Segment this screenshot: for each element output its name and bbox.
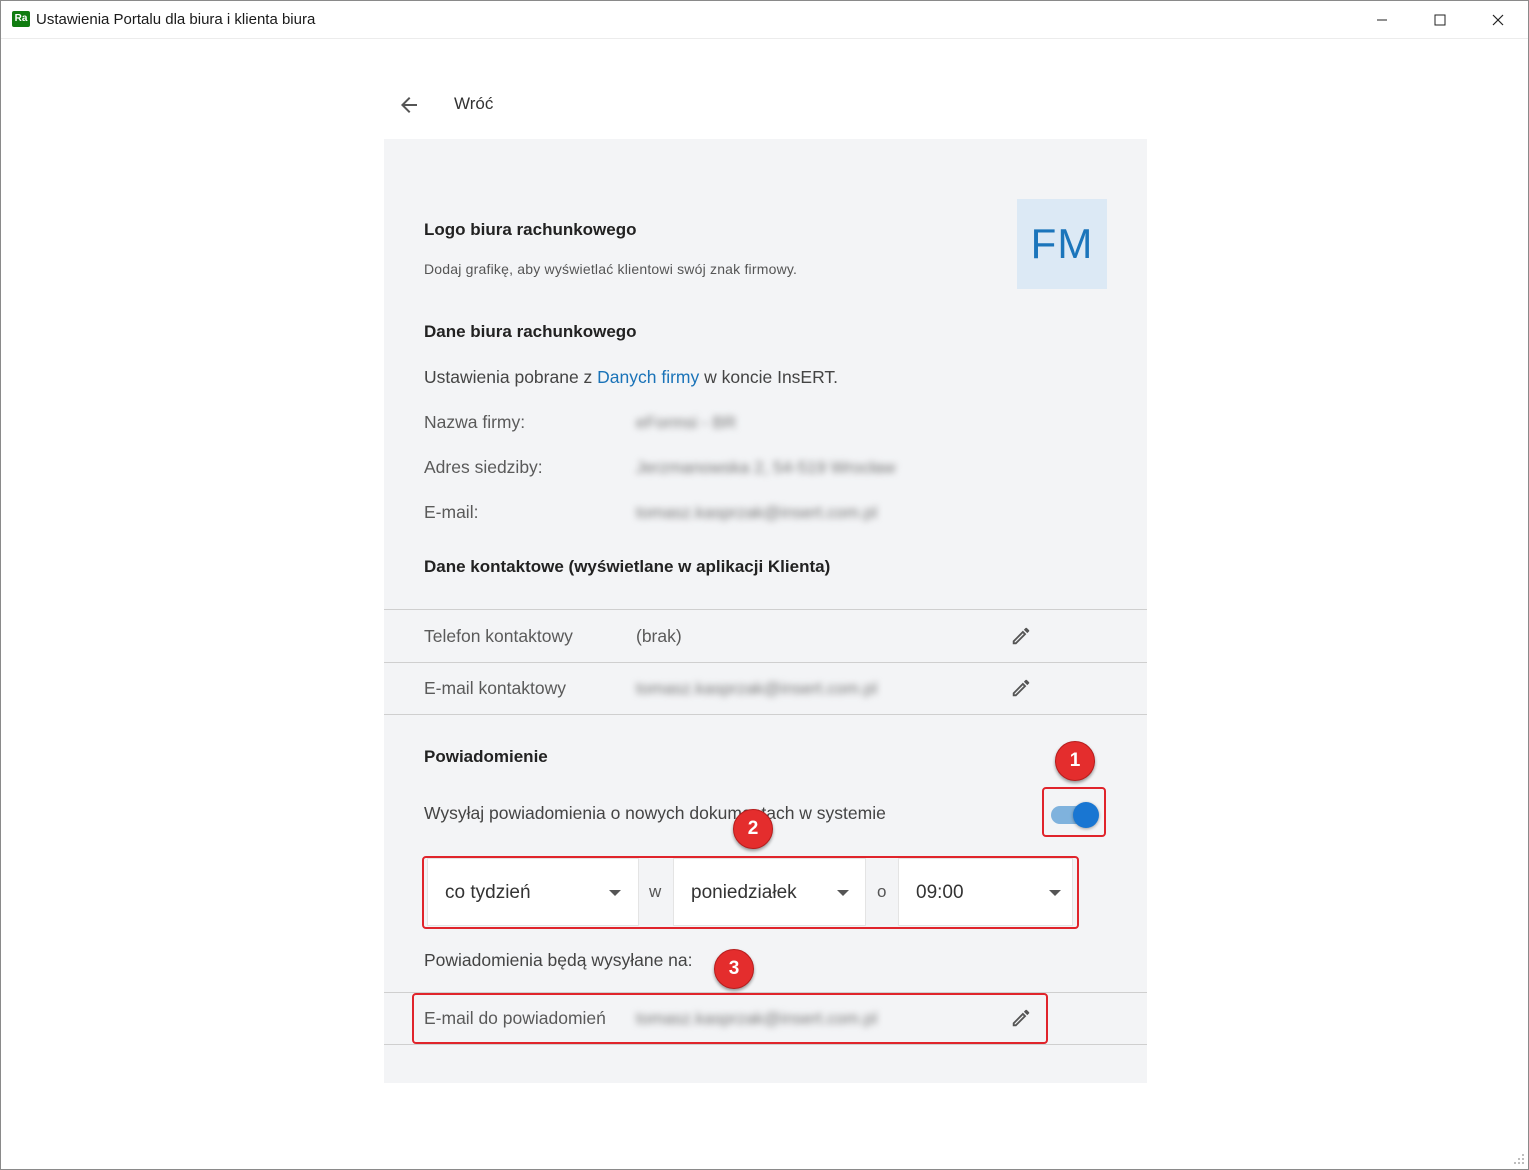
minimize-icon <box>1377 19 1387 21</box>
app-window: Ra Ustawienia Portalu dla biura i klient… <box>0 0 1529 1170</box>
close-button[interactable] <box>1469 1 1527 39</box>
contact-email-value: tomasz.kasprzak@insert.com.pl <box>636 679 878 698</box>
annotation-badge-1: 1 <box>1055 741 1095 781</box>
contact-heading: Dane kontaktowe (wyświetlane w aplikacji… <box>424 557 831 576</box>
annotation-badge-3: 3 <box>714 949 754 989</box>
company-name-value: eFormsi - BR <box>636 413 737 432</box>
logo-heading: Logo biura rachunkowego <box>424 220 637 239</box>
back-link[interactable]: Wróć <box>454 94 493 114</box>
annotation-box-toggle <box>1042 787 1106 837</box>
minimize-button[interactable] <box>1353 1 1411 39</box>
notifications-heading: Powiadomienie <box>424 747 548 766</box>
annotation-box-schedule <box>422 856 1079 929</box>
company-email-label: E-mail: <box>424 502 479 522</box>
divider <box>384 1044 1147 1045</box>
contact-email-label: E-mail kontaktowy <box>424 678 566 698</box>
annotation-badge-2: 2 <box>733 809 773 849</box>
source-suffix: w koncie InsERT. <box>699 367 839 387</box>
notifications-toggle-label: Wysyłaj powiadomienia o nowych dokumenta… <box>424 803 886 823</box>
company-address-label: Adres siedziby: <box>424 457 543 477</box>
maximize-button[interactable] <box>1411 1 1469 39</box>
divider <box>384 714 1147 715</box>
edit-phone-pencil-icon[interactable] <box>1010 625 1032 647</box>
recipients-label: Powiadomienia będą wysyłane na: <box>424 950 693 970</box>
settings-card: Logo biura rachunkowego Dodaj grafikę, a… <box>384 139 1147 1083</box>
close-icon <box>1492 14 1504 26</box>
back-arrow-icon[interactable] <box>397 93 421 117</box>
company-name-label: Nazwa firmy: <box>424 412 526 432</box>
office-data-source: Ustawienia pobrane z Danych firmy w konc… <box>424 367 838 388</box>
logo-description: Dodaj grafikę, aby wyświetlać klientowi … <box>424 261 798 277</box>
company-email-value: tomasz.kasprzak@insert.com.pl <box>636 503 878 522</box>
source-prefix: Ustawienia pobrane z <box>424 367 598 387</box>
contact-phone-value: (brak) <box>636 626 682 646</box>
divider <box>384 662 1147 663</box>
maximize-icon <box>1434 14 1446 26</box>
divider <box>384 609 1147 610</box>
title-bar: Ra Ustawienia Portalu dla biura i klient… <box>1 1 1528 39</box>
app-icon: Ra <box>12 11 30 27</box>
contact-phone-label: Telefon kontaktowy <box>424 626 573 646</box>
company-address-value: Jerzmanowska 2, 54-519 Wrocław <box>636 458 896 477</box>
company-data-link[interactable]: Danych firmy <box>597 367 699 387</box>
edit-email-pencil-icon[interactable] <box>1010 677 1032 699</box>
office-logo[interactable]: FM <box>1017 199 1107 289</box>
resize-grip-icon[interactable] <box>1513 1153 1525 1165</box>
window-title: Ustawienia Portalu dla biura i klienta b… <box>36 11 316 28</box>
annotation-box-email <box>412 993 1048 1044</box>
office-data-heading: Dane biura rachunkowego <box>424 322 637 341</box>
